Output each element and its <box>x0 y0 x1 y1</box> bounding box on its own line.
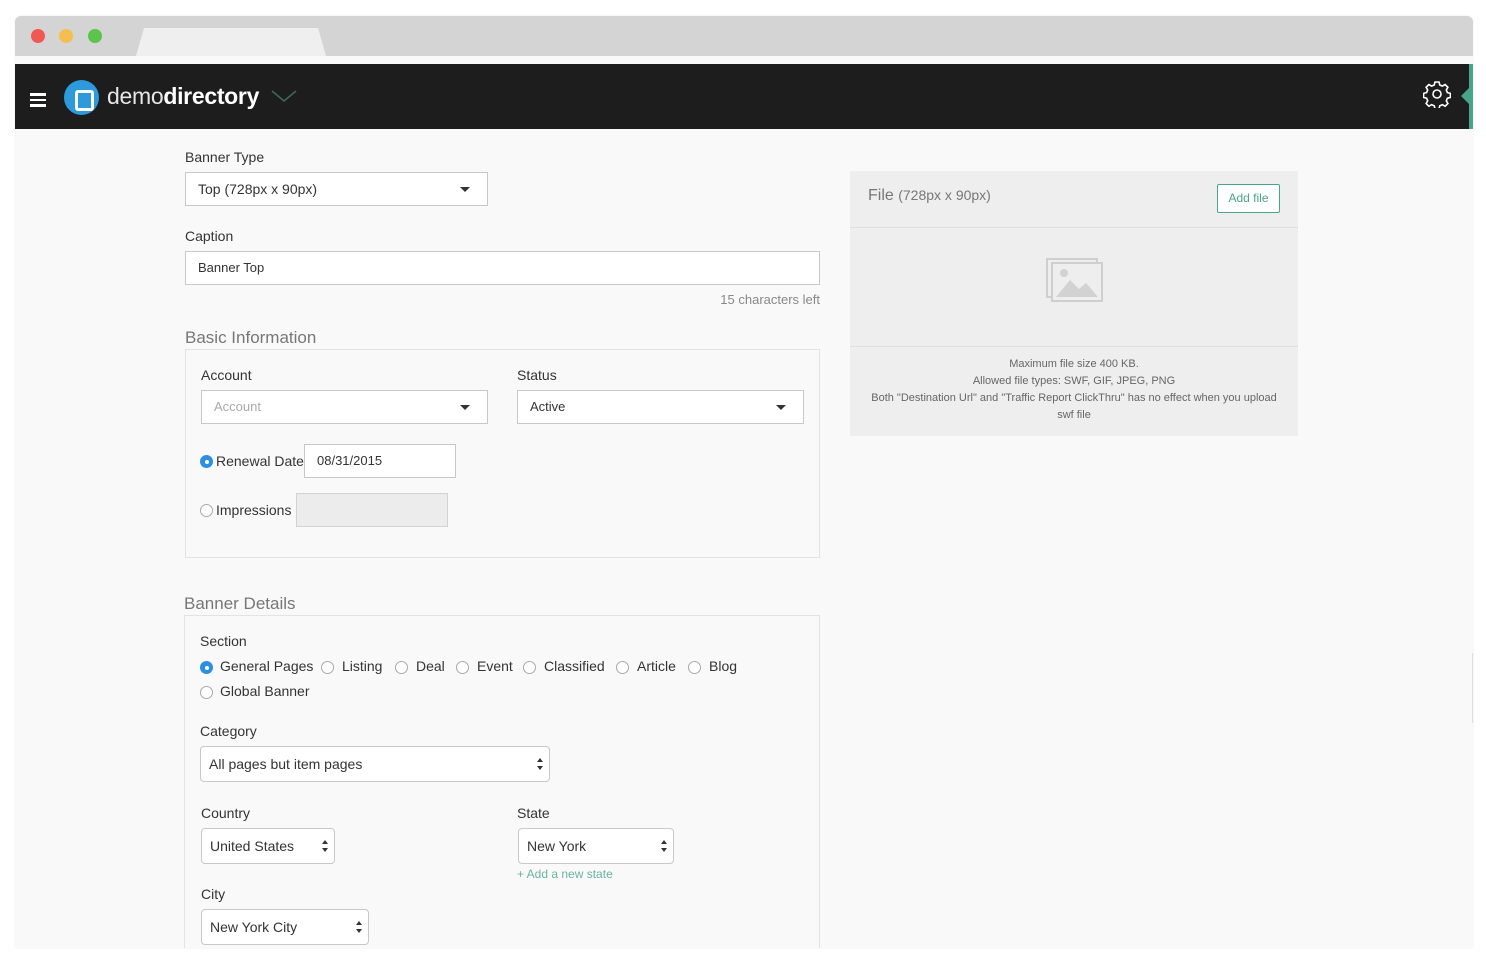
state-label: State <box>517 805 550 821</box>
category-label: Category <box>200 723 257 739</box>
category-value: All pages but item pages <box>209 756 363 772</box>
brand-name[interactable]: demodirectory <box>107 83 259 110</box>
impressions-input[interactable] <box>296 493 448 527</box>
section-radio-global-banner[interactable] <box>200 686 213 699</box>
account-placeholder: Account <box>214 399 261 414</box>
section-radio-article[interactable] <box>616 661 629 674</box>
add-file-button[interactable]: Add file <box>1217 184 1280 213</box>
city-value: New York City <box>210 919 298 935</box>
browser-tab[interactable] <box>136 28 326 56</box>
section-label-listing[interactable]: Listing <box>342 658 382 674</box>
impressions-radio[interactable] <box>200 504 213 517</box>
brand-bold: directory <box>163 83 260 109</box>
section-label-global-banner[interactable]: Global Banner <box>220 683 310 699</box>
section-label-event[interactable]: Event <box>477 658 513 674</box>
gear-icon[interactable] <box>1423 80 1451 108</box>
country-label: Country <box>201 805 251 821</box>
close-window-button[interactable] <box>31 29 45 43</box>
logo-icon[interactable] <box>64 80 99 115</box>
renewal-date-input[interactable]: 08/31/2015 <box>304 444 456 478</box>
section-label-deal[interactable]: Deal <box>416 658 445 674</box>
country-select[interactable]: United States <box>201 828 335 864</box>
country-value: United States <box>210 838 295 854</box>
minimize-window-button[interactable] <box>59 29 73 43</box>
section-radio-deal[interactable] <box>395 661 408 674</box>
updown-arrows-icon <box>661 840 667 852</box>
account-label: Account <box>201 367 252 383</box>
browser-titlebar <box>15 16 1473 56</box>
section-label-general-pages[interactable]: General Pages <box>220 658 313 674</box>
renewal-date-label[interactable]: Renewal Date <box>216 453 304 469</box>
banner-type-select[interactable]: Top (728px x 90px) <box>185 172 488 206</box>
city-select[interactable]: New York City <box>201 909 369 945</box>
section-label-blog[interactable]: Blog <box>709 658 737 674</box>
caption-input[interactable]: Banner Top <box>185 251 820 285</box>
file-title-text: File <box>868 187 894 204</box>
impressions-label[interactable]: Impressions <box>216 502 291 518</box>
basic-information-heading: Basic Information <box>185 328 317 347</box>
status-select[interactable]: Active <box>517 390 804 424</box>
caption-char-counter: 15 characters left <box>720 292 820 307</box>
banner-type-label: Banner Type <box>185 149 265 165</box>
section-radio-event[interactable] <box>456 661 469 674</box>
file-notes: Maximum file size 400 KB. Allowed file t… <box>870 356 1278 424</box>
brand-light: demo <box>107 83 164 109</box>
sidebar-toggle-arrow-icon[interactable] <box>1461 88 1469 104</box>
updown-arrows-icon <box>537 758 543 770</box>
section-label: Section <box>200 633 247 649</box>
browser-window: demodirectory Banner Type Top (728px x 9… <box>15 16 1473 948</box>
file-divider-top <box>850 227 1298 228</box>
category-select[interactable]: All pages but item pages <box>200 746 550 782</box>
file-note-max-size: Maximum file size 400 KB. <box>1009 358 1139 370</box>
file-upload-panel: File (728px x 90px) Add file Maximum fil… <box>850 171 1298 436</box>
file-title: File (728px x 90px) <box>868 187 991 205</box>
caret-down-icon <box>776 405 786 410</box>
file-note-types: Allowed file types: SWF, GIF, JPEG, PNG <box>972 375 1176 387</box>
caption-label: Caption <box>185 228 234 244</box>
file-note-swf: Both "Destination Url" and "Traffic Repo… <box>871 392 1277 421</box>
top-navbar: demodirectory <box>15 64 1473 129</box>
city-label: City <box>201 886 226 902</box>
caret-down-icon <box>460 187 470 192</box>
state-value: New York <box>527 838 587 854</box>
section-radio-listing[interactable] <box>321 661 334 674</box>
sidebar-toggle-strip[interactable] <box>1469 64 1473 129</box>
status-value: Active <box>530 399 566 414</box>
state-select[interactable]: New York <box>518 828 674 864</box>
section-radio-blog[interactable] <box>688 661 701 674</box>
menu-icon[interactable] <box>30 93 46 107</box>
banner-type-value: Top (728px x 90px) <box>198 181 318 197</box>
maximize-window-button[interactable] <box>88 29 102 43</box>
updown-arrows-icon <box>356 921 362 933</box>
section-radio-classified[interactable] <box>523 661 536 674</box>
file-divider-bottom <box>850 346 1298 347</box>
file-size-note: (728px x 90px) <box>898 187 991 203</box>
renewal-date-radio[interactable] <box>200 455 213 468</box>
updown-arrows-icon <box>322 840 328 852</box>
status-label: Status <box>517 367 557 383</box>
banner-details-heading: Banner Details <box>184 594 296 613</box>
section-label-article[interactable]: Article <box>637 658 676 674</box>
add-new-state-link[interactable]: + Add a new state <box>517 867 613 881</box>
scroll-edge-divider <box>1472 653 1473 723</box>
chevron-down-icon[interactable] <box>271 89 297 103</box>
caret-down-icon <box>460 405 470 410</box>
section-label-classified[interactable]: Classified <box>544 658 605 674</box>
image-placeholder-icon <box>1046 258 1103 302</box>
section-radio-general-pages[interactable] <box>200 661 213 674</box>
account-select[interactable]: Account <box>201 390 488 424</box>
